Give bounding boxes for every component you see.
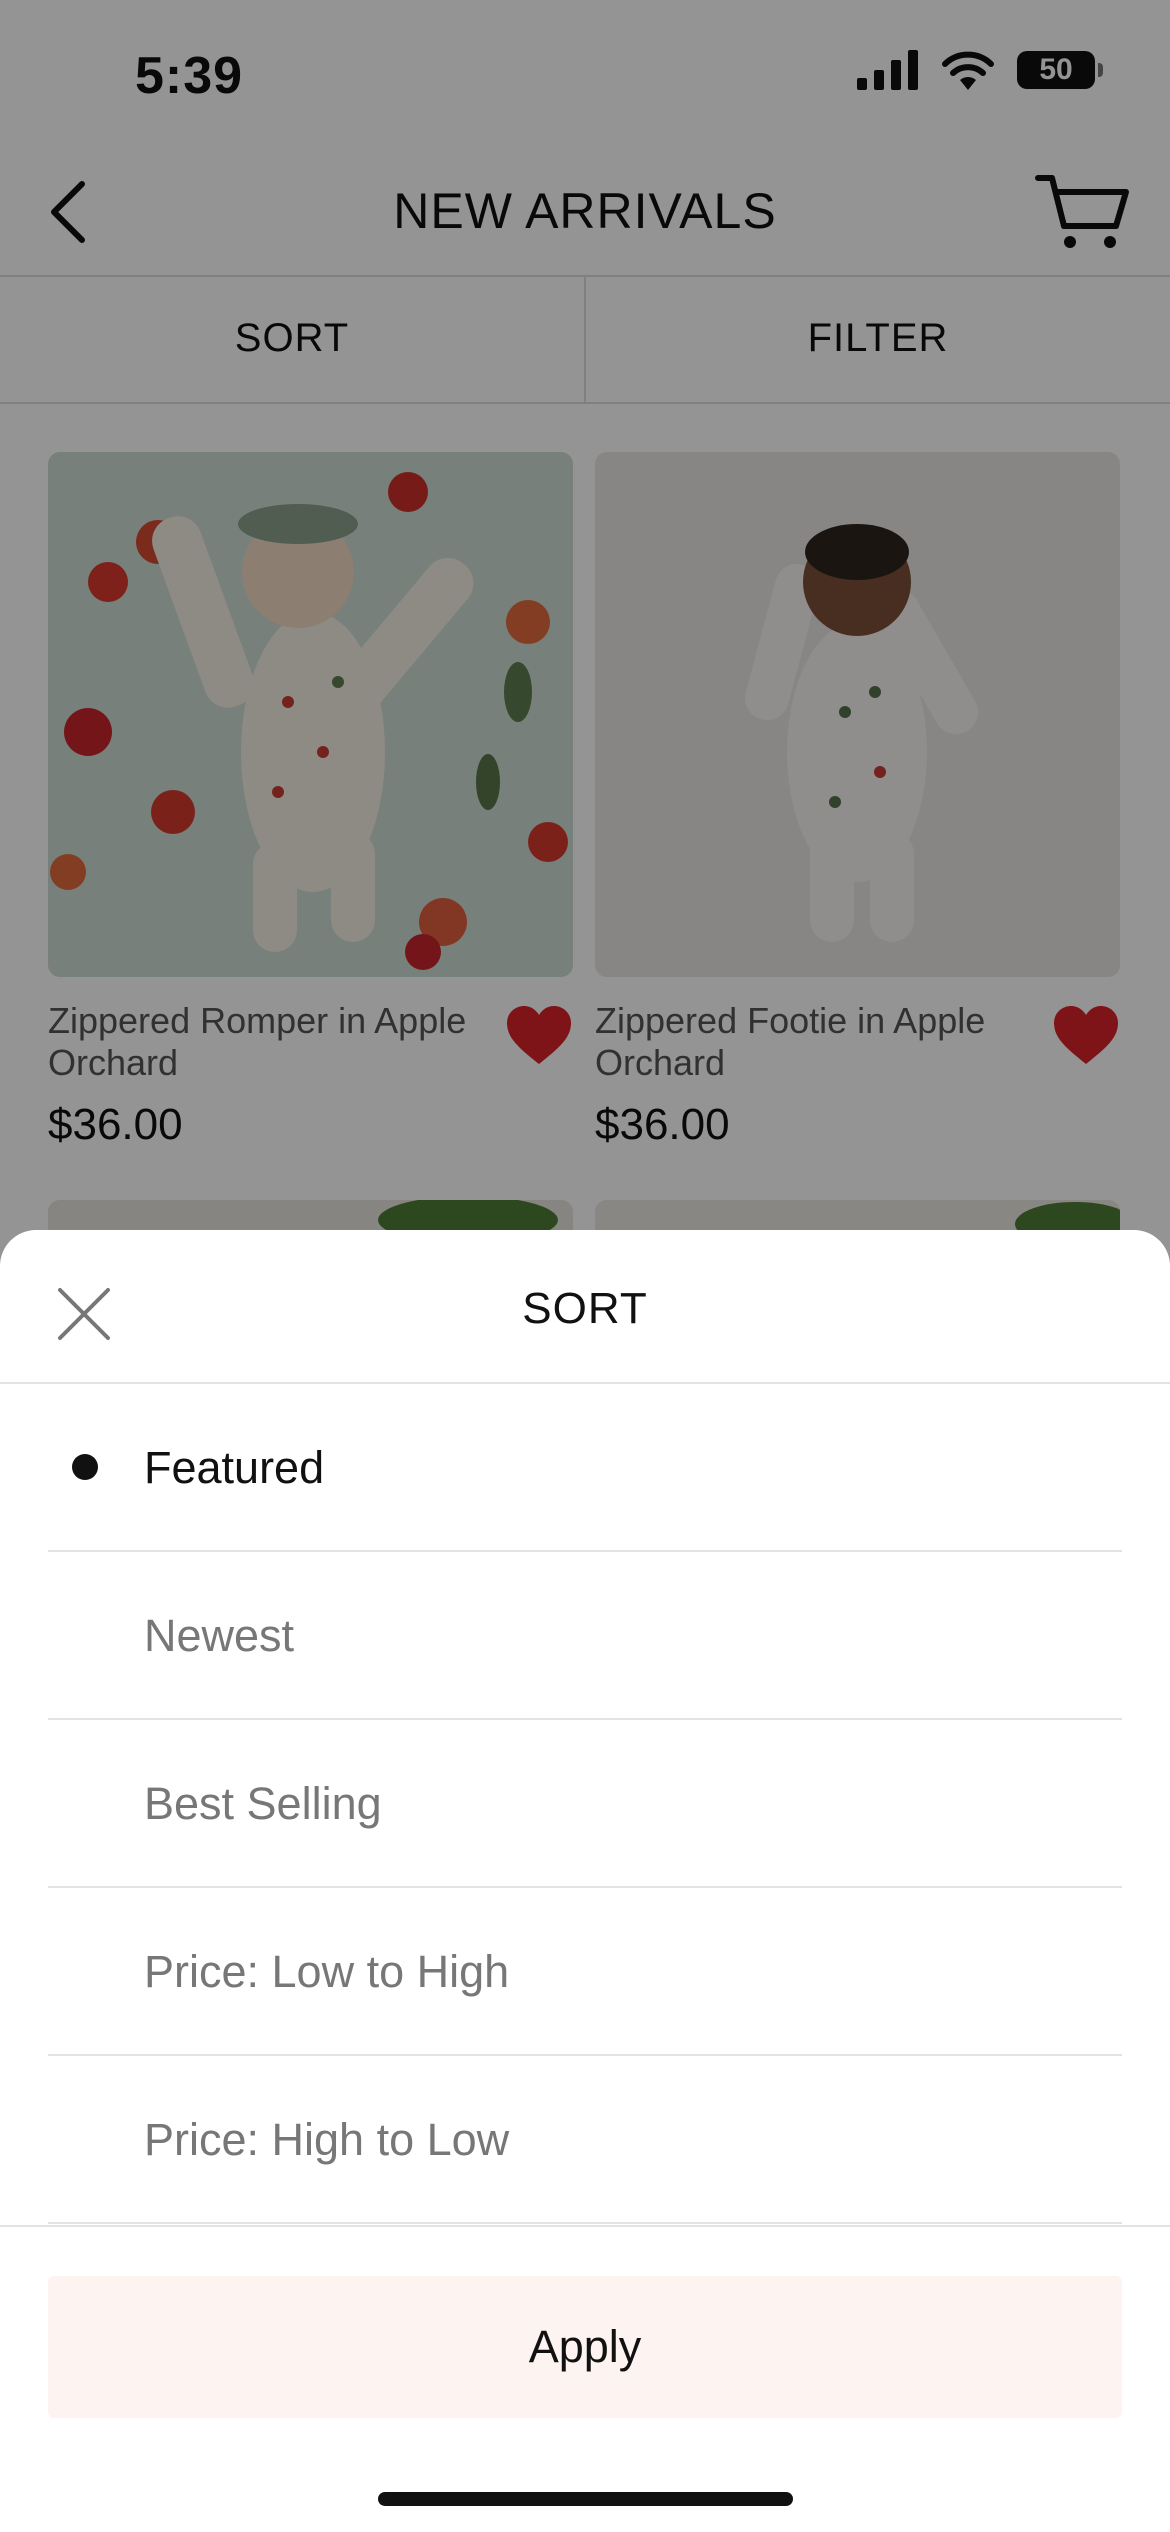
sort-option-featured[interactable]: Featured (48, 1384, 1122, 1552)
sort-sheet-title: SORT (522, 1284, 648, 1333)
home-indicator[interactable] (378, 2492, 793, 2506)
selected-dot-icon (72, 1454, 98, 1480)
sort-option-newest[interactable]: Newest (48, 1552, 1122, 1720)
sort-option-label: Newest (144, 1610, 295, 1661)
sort-sheet-header: SORT (0, 1230, 1170, 1384)
sort-option-price-low-high[interactable]: Price: Low to High (48, 1888, 1122, 2056)
sort-option-label: Price: Low to High (144, 1946, 510, 1997)
divider (0, 2225, 1170, 2227)
apply-button[interactable]: Apply (48, 2276, 1122, 2418)
sort-sheet: SORT Featured Newest Best Selling Price:… (0, 1230, 1170, 2532)
sort-option-label: Featured (144, 1442, 325, 1493)
sort-option-label: Price: High to Low (144, 2114, 510, 2165)
sort-option-price-high-low[interactable]: Price: High to Low (48, 2056, 1122, 2224)
sort-option-label: Best Selling (144, 1778, 382, 1829)
sort-option-best-selling[interactable]: Best Selling (48, 1720, 1122, 1888)
